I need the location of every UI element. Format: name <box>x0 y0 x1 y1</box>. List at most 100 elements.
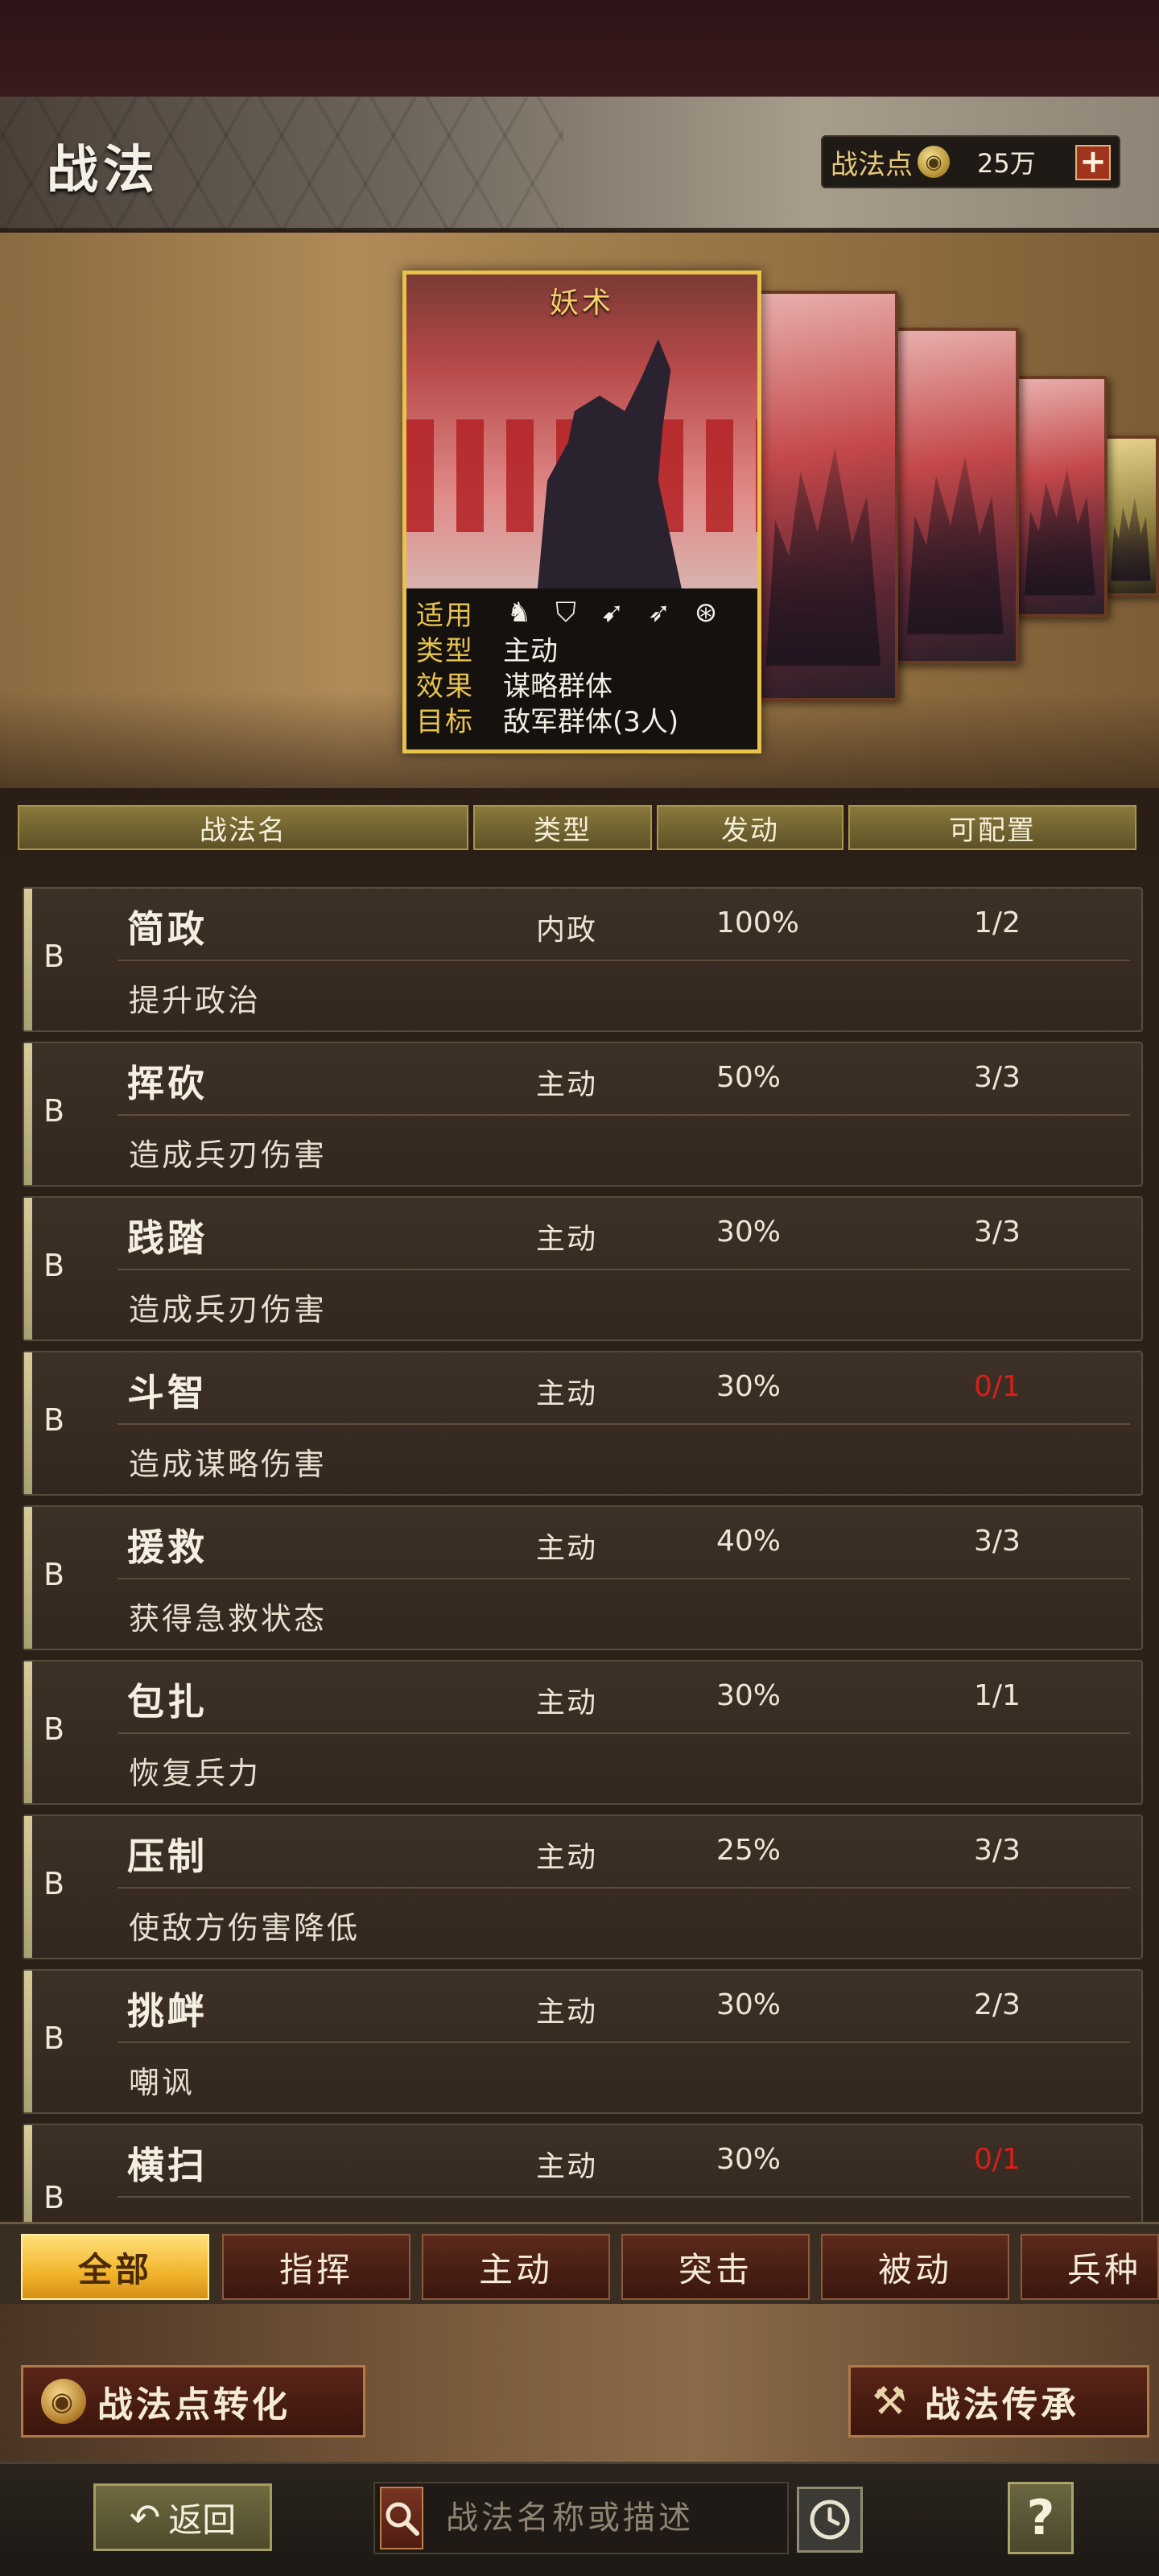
tactic-rate: 30% <box>716 1216 782 1249</box>
info-key: 效果 <box>416 670 474 703</box>
column-header-rate[interactable]: 发动 <box>657 805 843 850</box>
tactic-count: 1/1 <box>974 1679 1021 1712</box>
tactic-count: 0/1 <box>974 1370 1021 1403</box>
tactic-desc: 恢复兵力 <box>129 1756 262 1791</box>
tactic-desc: 嘲讽 <box>129 2065 196 2100</box>
column-header-name[interactable]: 战法名 <box>18 805 468 850</box>
tactic-name: 践踏 <box>127 1216 208 1260</box>
tactic-type: 主动 <box>536 1996 598 2029</box>
tactic-rate: 30% <box>716 1370 782 1403</box>
tactic-row[interactable]: B 横扫 主动 30% 0/1 <box>23 2124 1143 2225</box>
tactic-row[interactable]: B 斗智 主动 30% 0/1 造成谋略伤害 <box>23 1351 1143 1496</box>
tactic-count: 3/3 <box>974 1834 1021 1867</box>
tactic-type: 主动 <box>536 1068 598 1101</box>
tactic-name: 挥砍 <box>127 1062 208 1105</box>
tab-command[interactable]: 指挥 <box>222 2234 410 2300</box>
table-header: 战法名 类型 发动 可配置 <box>18 805 1141 852</box>
info-value: 敌军群体(3人) <box>503 705 679 738</box>
tactic-grade: B <box>43 939 65 974</box>
tactic-row[interactable]: B 挑衅 主动 30% 2/3 嘲讽 <box>23 1969 1143 2114</box>
search-icon <box>386 2502 419 2536</box>
tactic-desc: 提升政治 <box>129 983 262 1018</box>
featured-tactic-card[interactable]: 妖术 适用 ♞ ⛉ ➹ ➶ ⊛ 类型 主动 效果 谋略群体 目标 敌军群体(3人… <box>402 270 761 753</box>
tactic-count: 1/2 <box>974 906 1021 939</box>
hammer-icon: ⚒ <box>872 2379 910 2424</box>
tab-passive[interactable]: 被动 <box>821 2234 1009 2300</box>
clock-icon <box>810 2500 850 2540</box>
spear-icon: ➶ <box>647 597 671 629</box>
help-button[interactable]: ? <box>1008 2482 1074 2554</box>
carousel-card[interactable] <box>1103 436 1159 597</box>
tactic-rate: 30% <box>716 2143 782 2176</box>
tactic-type: 内政 <box>536 914 598 947</box>
tactic-grade: B <box>43 2021 65 2056</box>
search-button[interactable] <box>380 2487 423 2549</box>
convert-points-button[interactable]: ◉ 战法点转化 <box>21 2365 365 2438</box>
tactic-name: 斗智 <box>127 1371 208 1414</box>
tactic-grade: B <box>43 1093 65 1129</box>
search-input[interactable] <box>423 2486 848 2550</box>
inherit-tactic-button[interactable]: ⚒ 战法传承 <box>848 2365 1149 2438</box>
cavalry-icon: ♞ <box>506 597 532 629</box>
tactic-desc: 获得急救状态 <box>129 1601 328 1637</box>
tactic-desc: 造成兵刃伤害 <box>129 1292 328 1327</box>
tactic-grade: B <box>43 1402 65 1438</box>
action-area: ◉ 战法点转化 ⚒ 战法传承 <box>0 2304 1159 2462</box>
apply-icons: ♞ ⛉ ➹ ➶ ⊛ <box>503 597 722 629</box>
tactic-row[interactable]: B 包扎 主动 30% 1/1 恢复兵力 <box>23 1660 1143 1805</box>
tactic-count: 3/3 <box>974 1216 1021 1249</box>
points-coin-icon: ◉ <box>41 2379 86 2424</box>
tactic-points-value: 25万 <box>977 148 1036 179</box>
bottom-bar: ↶ 返回 ? <box>0 2462 1159 2576</box>
column-header-type[interactable]: 类型 <box>473 805 652 850</box>
tab-troop-type[interactable]: 兵种 <box>1021 2234 1159 2300</box>
tactic-row[interactable]: B 援救 主动 40% 3/3 获得急救状态 <box>23 1505 1143 1650</box>
tactic-desc: 造成谋略伤害 <box>129 1447 328 1482</box>
add-points-button[interactable]: + <box>1075 145 1111 180</box>
tactic-row[interactable]: B 压制 主动 25% 3/3 使敌方伤害降低 <box>23 1814 1143 1959</box>
tactic-name: 包扎 <box>127 1680 208 1724</box>
carousel-card[interactable] <box>1013 376 1107 617</box>
tactic-type: 主动 <box>536 1377 598 1410</box>
tab-active[interactable]: 主动 <box>422 2234 610 2300</box>
top-strip <box>0 0 1159 97</box>
card-info-row-target: 目标 敌军群体(3人) <box>416 701 748 738</box>
tactic-type: 主动 <box>536 2150 598 2183</box>
coin-icon: ◉ <box>918 146 950 178</box>
tactic-count: 0/1 <box>974 2143 1021 2176</box>
tactic-row[interactable]: B 简政 内政 100% 1/2 提升政治 <box>23 887 1143 1032</box>
carousel-card[interactable] <box>892 328 1019 664</box>
info-value: 谋略群体 <box>503 670 612 703</box>
page-title: 战法 <box>47 141 159 200</box>
tactic-name: 简政 <box>127 907 208 951</box>
tactic-rate: 30% <box>716 1679 782 1712</box>
card-info-row-type: 类型 主动 <box>416 630 748 667</box>
back-arrow-icon: ↶ <box>129 2496 161 2539</box>
inherit-tactic-label: 战法传承 <box>925 2384 1079 2425</box>
search-box <box>373 2482 848 2554</box>
card-name: 妖术 <box>549 287 614 320</box>
back-button[interactable]: ↶ 返回 <box>93 2483 272 2551</box>
tactic-grade: B <box>43 1557 65 1592</box>
tactic-type: 主动 <box>536 1223 598 1256</box>
tactic-grade: B <box>43 1711 65 1747</box>
history-button[interactable] <box>797 2487 863 2553</box>
tactic-row[interactable]: B 挥砍 主动 50% 3/3 造成兵刃伤害 <box>23 1042 1143 1187</box>
back-label: 返回 <box>168 2500 237 2540</box>
tab-assault[interactable]: 突击 <box>621 2234 810 2300</box>
info-key: 适用 <box>416 599 474 632</box>
tactic-grade: B <box>43 2180 65 2215</box>
tab-all[interactable]: 全部 <box>21 2234 209 2300</box>
tactic-list[interactable]: B 简政 内政 100% 1/2 提升政治 B 挥砍 主动 50% 3/3 造成… <box>0 857 1159 2225</box>
tactic-rate: 30% <box>716 1988 782 2021</box>
tactic-rate: 25% <box>716 1834 782 1867</box>
card-info-row-effect: 效果 谋略群体 <box>416 666 748 703</box>
tactic-count: 3/3 <box>974 1525 1021 1558</box>
siege-wheel-icon: ⊛ <box>694 597 718 629</box>
tactic-points-label: 战法点 <box>831 148 913 181</box>
bow-icon: ➹ <box>600 597 625 629</box>
carousel-card[interactable] <box>749 291 898 701</box>
tactic-count: 3/3 <box>974 1061 1021 1094</box>
tactic-row[interactable]: B 践踏 主动 30% 3/3 造成兵刃伤害 <box>23 1196 1143 1341</box>
column-header-configurable[interactable]: 可配置 <box>848 805 1136 850</box>
